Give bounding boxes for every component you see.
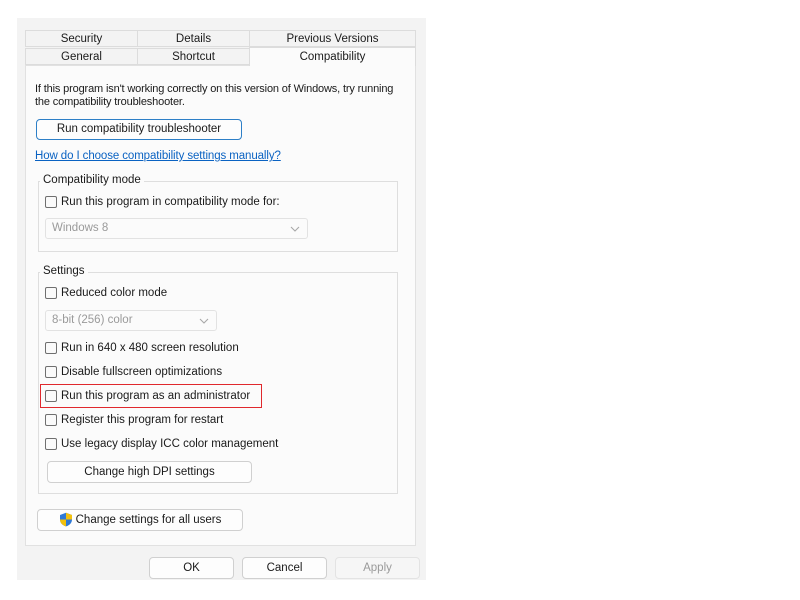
disable-fullscreen-checkbox[interactable]	[45, 366, 57, 378]
tab-shortcut[interactable]: Shortcut	[137, 48, 250, 65]
compat-os-value: Windows 8	[52, 222, 109, 234]
reduced-color-checkbox[interactable]	[45, 287, 57, 299]
chevron-down-icon	[199, 318, 209, 324]
settings-title: Settings	[40, 265, 88, 277]
color-depth-select[interactable]: 8-bit (256) color	[45, 310, 217, 331]
compat-mode-checkbox[interactable]	[45, 196, 57, 208]
register-restart-checkbox[interactable]	[45, 414, 57, 426]
compat-mode-checkbox-row[interactable]: Run this program in compatibility mode f…	[45, 194, 280, 210]
legacy-icc-label: Use legacy display ICC color management	[61, 438, 279, 450]
disable-fullscreen-label: Disable fullscreen optimizations	[61, 366, 223, 378]
uac-shield-icon	[59, 513, 72, 527]
color-depth-value: 8-bit (256) color	[52, 314, 133, 326]
apply-button[interactable]: Apply	[335, 557, 420, 579]
change-dpi-button[interactable]: Change high DPI settings	[47, 461, 252, 483]
tab-general[interactable]: General	[25, 48, 138, 65]
tab-compatibility[interactable]: Compatibility	[249, 47, 416, 66]
change-all-users-button[interactable]: Change settings for all users	[37, 509, 243, 531]
run-troubleshooter-button[interactable]: Run compatibility troubleshooter	[36, 119, 242, 140]
register-restart-row[interactable]: Register this program for restart	[45, 412, 223, 428]
disable-fullscreen-row[interactable]: Disable fullscreen optimizations	[45, 364, 222, 380]
change-all-users-label: Change settings for all users	[75, 514, 222, 526]
intro-text: If this program isn't working correctly …	[35, 83, 394, 108]
tab-details[interactable]: Details	[137, 30, 250, 47]
res-640-checkbox[interactable]	[45, 342, 57, 354]
register-restart-label: Register this program for restart	[61, 414, 224, 426]
compat-os-select[interactable]: Windows 8	[45, 218, 308, 239]
res-640-row[interactable]: Run in 640 x 480 screen resolution	[45, 340, 239, 356]
reduced-color-row[interactable]: Reduced color mode	[45, 285, 167, 301]
compat-mode-label: Run this program in compatibility mode f…	[61, 196, 280, 208]
run-as-admin-row[interactable]: Run this program as an administrator	[45, 388, 250, 404]
legacy-icc-row[interactable]: Use legacy display ICC color management	[45, 436, 278, 452]
cancel-button[interactable]: Cancel	[242, 557, 327, 579]
compatibility-mode-group	[38, 181, 398, 252]
tab-security[interactable]: Security	[25, 30, 138, 47]
run-as-admin-label: Run this program as an administrator	[61, 390, 251, 402]
tab-previous-versions[interactable]: Previous Versions	[249, 30, 416, 47]
chevron-down-icon	[290, 226, 300, 232]
compatibility-mode-title: Compatibility mode	[40, 174, 144, 186]
manual-settings-link[interactable]: How do I choose compatibility settings m…	[35, 150, 281, 162]
run-as-admin-checkbox[interactable]	[45, 390, 57, 402]
res-640-label: Run in 640 x 480 screen resolution	[61, 342, 239, 354]
reduced-color-label: Reduced color mode	[61, 287, 168, 299]
ok-button[interactable]: OK	[149, 557, 234, 579]
legacy-icc-checkbox[interactable]	[45, 438, 57, 450]
